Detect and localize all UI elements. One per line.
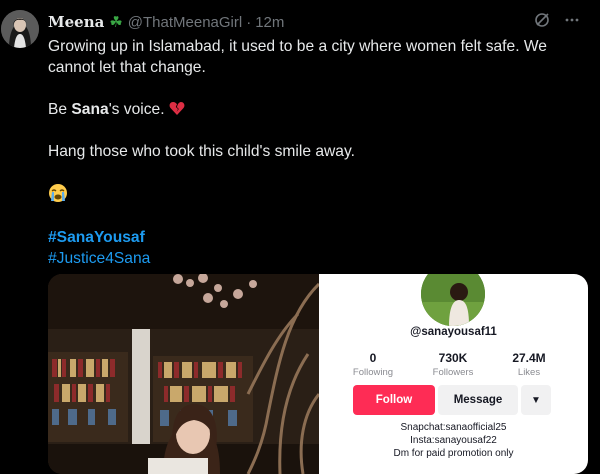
header-actions: [534, 12, 580, 32]
bookshelf-photo-image: [48, 274, 319, 474]
tweet-header: Meena ☘ @ThatMeenaGirl · 12m: [48, 12, 580, 32]
author-handle[interactable]: @ThatMeenaGirl: [128, 14, 242, 31]
dropdown-button: ▼: [521, 385, 551, 415]
separator-dot: ·: [246, 13, 252, 31]
loudly-crying-face-icon: [48, 183, 568, 206]
tweet-body: Growing up in Islamabad, it used to be a…: [48, 36, 568, 269]
avatar-image: [1, 10, 39, 48]
profile-avatar: [421, 274, 485, 326]
tweet-paragraph-1: Growing up in Islamabad, it used to be a…: [48, 38, 547, 76]
tiktok-profile-card: @sanayousaf11 0 Following 730K Followers…: [319, 274, 588, 474]
shamrock-icon: ☘: [109, 14, 123, 31]
tweet-paragraph-2: Be Sana's voice.: [48, 99, 568, 120]
tweet-paragraph-3: Hang those who took this child's smile a…: [48, 143, 355, 160]
author-name[interactable]: Meena: [48, 13, 104, 31]
profile-bio: Snapchat:sanaofficial25 Insta:sanayousaf…: [393, 422, 514, 459]
timestamp[interactable]: 12m: [255, 14, 284, 31]
profile-username: @sanayousaf11: [410, 326, 497, 338]
grok-icon[interactable]: [534, 12, 550, 32]
hashtag-link-1[interactable]: #SanaYousaf: [48, 227, 568, 248]
triangle-down-icon: ▼: [531, 394, 541, 406]
message-button: Message: [438, 385, 518, 415]
follow-button: Follow: [353, 385, 435, 415]
more-options-icon[interactable]: [564, 12, 580, 32]
cafe-photo[interactable]: [48, 274, 319, 474]
media-attachment[interactable]: @sanayousaf11 0 Following 730K Followers…: [48, 274, 588, 474]
mention-sana: Sana: [71, 101, 109, 118]
avatar[interactable]: [1, 10, 39, 48]
stat-likes: 27.4M Likes: [512, 351, 546, 378]
hashtag-link-2[interactable]: #Justice4Sana: [48, 248, 568, 269]
broken-heart-icon: [169, 101, 185, 118]
stat-followers: 730K Followers: [432, 351, 474, 378]
stat-following: 0 Following: [352, 351, 394, 378]
